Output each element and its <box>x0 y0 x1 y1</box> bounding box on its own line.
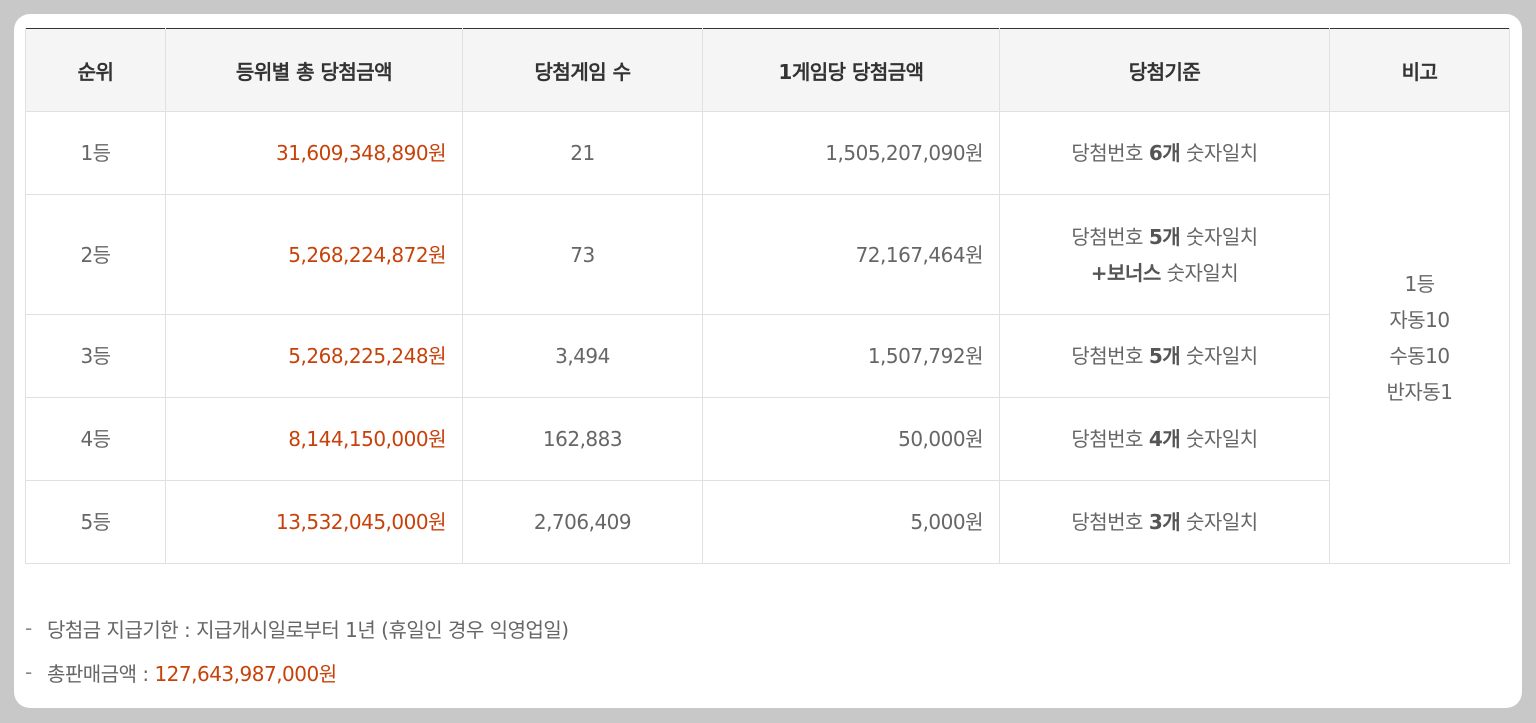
total-amount-cell: 13,532,045,000원 <box>165 480 463 564</box>
winner-count-cell: 21 <box>462 111 703 195</box>
remark-line: 자동10 <box>1389 307 1450 332</box>
criteria-match-count: 6개 <box>1148 141 1181 165</box>
note-dash: - <box>25 660 32 684</box>
criteria-match-count: 3개 <box>1148 510 1181 534</box>
table-row: 2등 5,268,224,872원 73 72,167,464원 당첨번호 5개… <box>25 194 1510 315</box>
rank-cell: 3등 <box>25 314 166 398</box>
winner-count-cell: 162,883 <box>462 397 703 481</box>
header-total-amount: 등위별 총 당첨금액 <box>165 28 463 112</box>
table-header-row: 순위 등위별 총 당첨금액 당첨게임 수 1게임당 당첨금액 당첨기준 비고 <box>25 28 1510 112</box>
criteria-suffix: 숫자일치 <box>1160 260 1239 285</box>
total-amount-cell: 5,268,224,872원 <box>165 194 463 315</box>
remark-line: 수동10 <box>1389 343 1450 368</box>
criteria-cell: 당첨번호 4개 숫자일치 <box>999 397 1330 481</box>
per-game-amount-cell: 50,000원 <box>702 397 1000 481</box>
per-game-amount-cell: 1,507,792원 <box>702 314 1000 398</box>
header-remark: 비고 <box>1329 28 1510 112</box>
criteria-suffix: 숫자일치 <box>1180 344 1258 368</box>
criteria-prefix: 당첨번호 <box>1071 224 1149 249</box>
header-rank: 순위 <box>25 28 166 112</box>
remark-line: 반자동1 <box>1386 379 1453 404</box>
total-amount-cell: 8,144,150,000원 <box>165 397 463 481</box>
criteria-suffix: 숫자일치 <box>1180 141 1258 165</box>
winner-count-cell: 2,706,409 <box>462 480 703 564</box>
rank-cell: 1등 <box>25 111 166 195</box>
criteria-prefix: 당첨번호 <box>1071 427 1149 451</box>
table-row: 4등 8,144,150,000원 162,883 50,000원 당첨번호 4… <box>25 397 1510 481</box>
criteria-cell: 당첨번호 5개 숫자일치 +보너스 숫자일치 <box>999 194 1330 315</box>
notes-section: - 당첨금 지급기한 : 지급개시일로부터 1년 (휴일인 경우 익영업일) -… <box>25 606 1225 694</box>
criteria-cell: 당첨번호 3개 숫자일치 <box>999 480 1330 564</box>
per-game-amount-cell: 72,167,464원 <box>702 194 1000 315</box>
total-amount-cell: 5,268,225,248원 <box>165 314 463 398</box>
criteria-cell: 당첨번호 6개 숫자일치 <box>999 111 1330 195</box>
note-sales-value: 127,643,987,000원 <box>154 661 337 686</box>
remark-cell: 1등 자동10 수동10 반자동1 <box>1329 111 1510 564</box>
criteria-bonus: +보너스 <box>1090 260 1161 285</box>
note-dash: - <box>25 616 32 640</box>
criteria-match-count: 5개 <box>1148 224 1181 249</box>
criteria-match-count: 4개 <box>1148 427 1181 451</box>
rank-cell: 2등 <box>25 194 166 315</box>
criteria-prefix: 당첨번호 <box>1071 510 1149 534</box>
criteria-prefix: 당첨번호 <box>1071 344 1149 368</box>
rank-cell: 5등 <box>25 480 166 564</box>
per-game-amount-cell: 1,505,207,090원 <box>702 111 1000 195</box>
total-amount-cell: 31,609,348,890원 <box>165 111 463 195</box>
criteria-cell: 당첨번호 5개 숫자일치 <box>999 314 1330 398</box>
rank-cell: 4등 <box>25 397 166 481</box>
table-row: 3등 5,268,225,248원 3,494 1,507,792원 당첨번호 … <box>25 314 1510 398</box>
winner-count-cell: 3,494 <box>462 314 703 398</box>
table-row: 5등 13,532,045,000원 2,706,409 5,000원 당첨번호… <box>25 480 1510 564</box>
criteria-suffix: 숫자일치 <box>1180 427 1258 451</box>
note-deadline-text: 당첨금 지급기한 : 지급개시일로부터 1년 (휴일인 경우 익영업일) <box>47 617 569 642</box>
note-deadline: - 당첨금 지급기한 : 지급개시일로부터 1년 (휴일인 경우 익영업일) <box>25 606 1225 650</box>
per-game-amount-cell: 5,000원 <box>702 480 1000 564</box>
note-sales: - 총판매금액 : 127,643,987,000원 <box>25 650 1225 694</box>
header-per-game-amount: 1게임당 당첨금액 <box>702 28 1000 112</box>
header-winner-count: 당첨게임 수 <box>462 28 703 112</box>
prize-table: 순위 등위별 총 당첨금액 당첨게임 수 1게임당 당첨금액 당첨기준 비고 1… <box>25 28 1510 564</box>
remark-line: 1등 <box>1404 271 1435 296</box>
prize-card: 순위 등위별 총 당첨금액 당첨게임 수 1게임당 당첨금액 당첨기준 비고 1… <box>14 14 1522 708</box>
criteria-match-count: 5개 <box>1148 344 1181 368</box>
criteria-suffix: 숫자일치 <box>1180 224 1258 249</box>
criteria-prefix: 당첨번호 <box>1071 141 1149 165</box>
note-sales-label: 총판매금액 : <box>47 661 155 686</box>
criteria-suffix: 숫자일치 <box>1180 510 1258 534</box>
header-criteria: 당첨기준 <box>999 28 1330 112</box>
table-row: 1등 31,609,348,890원 21 1,505,207,090원 당첨번… <box>25 111 1510 564</box>
winner-count-cell: 73 <box>462 194 703 315</box>
